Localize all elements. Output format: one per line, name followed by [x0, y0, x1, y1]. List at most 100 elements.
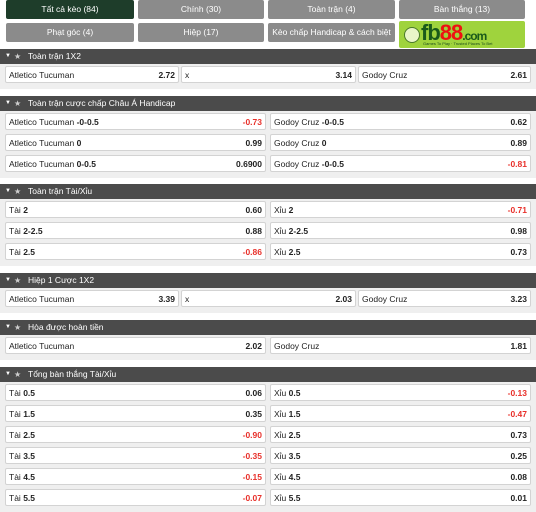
star-icon[interactable]: ★	[14, 184, 21, 199]
odds-cell[interactable]: Tài 2-2.5 0.88	[5, 222, 266, 239]
odds-cell[interactable]: Atletico Tucuman 0 0.99	[5, 134, 266, 151]
odds-value: 3.14	[335, 70, 352, 80]
selection-label: Tài 2.5	[9, 430, 36, 440]
odds-cell[interactable]: Tài 2 0.60	[5, 201, 266, 218]
odds-cell[interactable]: Atletico Tucuman 2.72	[5, 66, 179, 83]
section-title: Toàn trận Tài/Xỉu	[28, 186, 93, 196]
odds-cell[interactable]: Atletico Tucuman 3.39	[5, 290, 179, 307]
odds-cell[interactable]: Tài 3.5 -0.35	[5, 447, 266, 464]
section-header[interactable]: ▼ ★ Tổng bàn thắng Tài/Xỉu	[0, 367, 536, 382]
tab-handicap[interactable]: Kèo chấp Handicap & cách biệt (3)	[268, 23, 395, 56]
odds-cell[interactable]: Xỉu 4.5 0.08	[270, 468, 531, 485]
selection-label: x	[185, 70, 190, 80]
odds-cell[interactable]: Xỉu 1.5 -0.47	[270, 405, 531, 422]
selection-label: Xỉu 1.5	[274, 409, 301, 419]
selection-label: Godoy Cruz	[274, 341, 320, 351]
selection-label: Atletico Tucuman -0-0.5	[9, 117, 99, 127]
odds-cell[interactable]: Tài 2.5 -0.90	[5, 426, 266, 443]
selection-label: Atletico Tucuman	[9, 294, 75, 304]
chevron-down-icon[interactable]: ▼	[5, 273, 11, 288]
odds-cell[interactable]: x 3.14	[181, 66, 356, 83]
star-icon[interactable]: ★	[14, 320, 21, 335]
tab-goals[interactable]: Bàn thắng (13)	[399, 0, 525, 19]
odds-cell[interactable]: Godoy Cruz -0-0.5 -0.81	[270, 155, 531, 172]
odds-value: -0.07	[242, 493, 262, 503]
star-icon[interactable]: ★	[14, 96, 21, 111]
selection-label: Godoy Cruz 0	[274, 138, 327, 148]
section-title: Hiệp 1 Cược 1X2	[28, 275, 95, 285]
odds-cell[interactable]: Tài 2.5 -0.86	[5, 243, 266, 260]
odds-cell[interactable]: Tài 5.5 -0.07	[5, 489, 266, 506]
selection-label: Xỉu 3.5	[274, 451, 301, 461]
odds-value: -0.73	[242, 117, 262, 127]
selection-label: Godoy Cruz -0-0.5	[274, 159, 344, 169]
odds-value: -0.81	[507, 159, 527, 169]
logo-tagline: Games To Play · Trusted Places To Bet	[423, 41, 493, 46]
odds-value: 0.01	[510, 493, 527, 503]
odds-cell[interactable]: Xỉu 3.5 0.25	[270, 447, 531, 464]
odds-cell[interactable]: Tài 0.5 0.06	[5, 384, 266, 401]
odds-value: -0.47	[507, 409, 527, 419]
market-tabs: Tất cả kèo (84) Chính (30) Toàn trận (4)…	[0, 0, 536, 56]
odds-cell[interactable]: Godoy Cruz 1.81	[270, 337, 531, 354]
odds-cell[interactable]: Tài 1.5 0.35	[5, 405, 266, 422]
chevron-down-icon[interactable]: ▼	[5, 184, 11, 199]
selection-label: Tài 5.5	[9, 493, 36, 503]
odds-cell[interactable]: Xỉu 2 -0.71	[270, 201, 531, 218]
odds-value: 0.89	[510, 138, 527, 148]
tab-all[interactable]: Tất cả kèo (84)	[6, 0, 134, 19]
chevron-down-icon[interactable]: ▼	[5, 96, 11, 111]
odds-value: 0.25	[510, 451, 527, 461]
odds-cell[interactable]: Atletico Tucuman 0-0.5 0.6900	[5, 155, 266, 172]
odds-cell[interactable]: Godoy Cruz -0-0.5 0.62	[270, 113, 531, 130]
section-header[interactable]: ▼ ★ Toàn trận 1X2	[0, 49, 536, 64]
odds-cell[interactable]: Tài 4.5 -0.15	[5, 468, 266, 485]
star-icon[interactable]: ★	[14, 367, 21, 382]
odds-cell[interactable]: Atletico Tucuman -0-0.5 -0.73	[5, 113, 266, 130]
section-header[interactable]: ▼ ★ Hòa được hoàn tiền	[0, 320, 536, 335]
odds-cell[interactable]: Xỉu 2-2.5 0.98	[270, 222, 531, 239]
odds-value: -0.71	[507, 205, 527, 215]
odds-cell[interactable]: Xỉu 2.5 0.73	[270, 426, 531, 443]
star-icon[interactable]: ★	[14, 273, 21, 288]
odds-value: 0.60	[245, 205, 262, 215]
odds-value: -0.35	[242, 451, 262, 461]
odds-value: 0.6900	[236, 159, 262, 169]
odds-value: 2.61	[510, 70, 527, 80]
odds-value: 0.35	[245, 409, 262, 419]
tab-half[interactable]: Hiệp (17)	[138, 23, 264, 42]
odds-value: 0.08	[510, 472, 527, 482]
section-header[interactable]: ▼ ★ Toàn trận cược chấp Châu Á Handicap	[0, 96, 536, 111]
tab-main[interactable]: Chính (30)	[138, 0, 264, 19]
section-header[interactable]: ▼ ★ Toàn trận Tài/Xỉu	[0, 184, 536, 199]
odds-cell[interactable]: Xỉu 5.5 0.01	[270, 489, 531, 506]
chevron-down-icon[interactable]: ▼	[5, 367, 11, 382]
chevron-down-icon[interactable]: ▼	[5, 49, 11, 64]
section-header[interactable]: ▼ ★ Hiệp 1 Cược 1X2	[0, 273, 536, 288]
selection-label: Godoy Cruz -0-0.5	[274, 117, 344, 127]
selection-label: Tài 4.5	[9, 472, 36, 482]
odds-value: 0.62	[510, 117, 527, 127]
selection-label: Xỉu 2-2.5	[274, 226, 309, 236]
odds-cell[interactable]: Atletico Tucuman 2.02	[5, 337, 266, 354]
tab-fulltime[interactable]: Toàn trận (4)	[268, 0, 395, 19]
tab-corners[interactable]: Phạt góc (4)	[6, 23, 134, 42]
odds-cell[interactable]: Godoy Cruz 0 0.89	[270, 134, 531, 151]
fb88-logo[interactable]: fb88.com Games To Play · Trusted Places …	[399, 21, 525, 48]
odds-cell[interactable]: Godoy Cruz 3.23	[358, 290, 531, 307]
odds-cell[interactable]: Godoy Cruz 2.61	[358, 66, 531, 83]
selection-label: Tài 3.5	[9, 451, 36, 461]
selection-label: Tài 2	[9, 205, 28, 215]
odds-cell[interactable]: x 2.03	[181, 290, 356, 307]
section-title: Toàn trận cược chấp Châu Á Handicap	[28, 98, 176, 108]
selection-label: Atletico Tucuman	[9, 341, 75, 351]
odds-value: 0.98	[510, 226, 527, 236]
chevron-down-icon[interactable]: ▼	[5, 320, 11, 335]
selection-label: Xỉu 0.5	[274, 388, 301, 398]
odds-value: -0.86	[242, 247, 262, 257]
odds-cell[interactable]: Xỉu 2.5 0.73	[270, 243, 531, 260]
odds-cell[interactable]: Xỉu 0.5 -0.13	[270, 384, 531, 401]
star-icon[interactable]: ★	[14, 49, 21, 64]
selection-label: x	[185, 294, 190, 304]
odds-value: 3.23	[510, 294, 527, 304]
